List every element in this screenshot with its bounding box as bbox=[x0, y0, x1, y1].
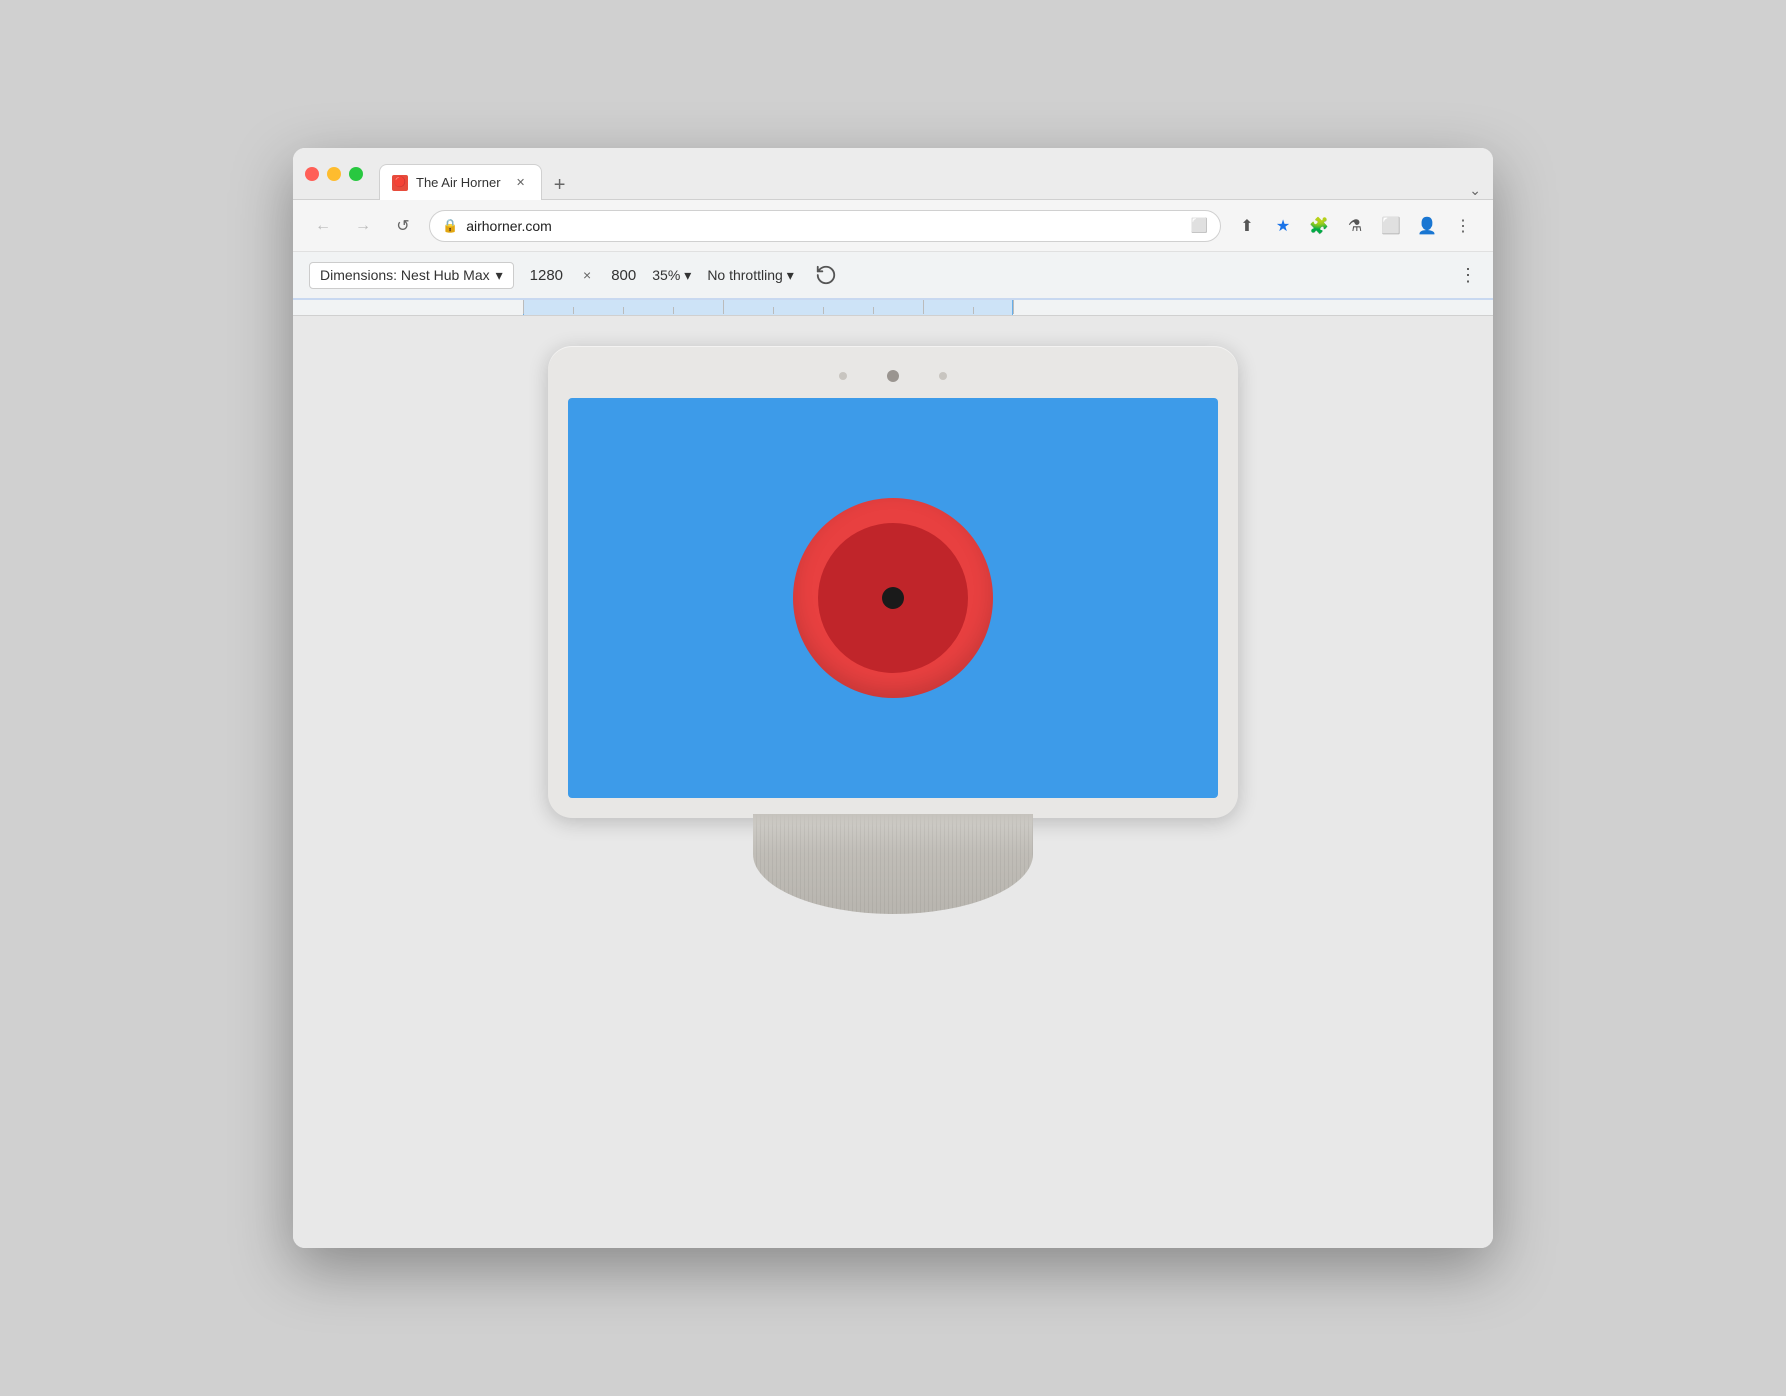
height-value[interactable]: 800 bbox=[611, 267, 636, 284]
ruler-tick bbox=[773, 307, 774, 314]
maximize-button[interactable] bbox=[349, 167, 363, 181]
ruler-tick bbox=[723, 300, 724, 314]
device-speaker-base bbox=[753, 814, 1033, 914]
ruler-tick bbox=[523, 300, 524, 314]
share-button[interactable]: ⬆ bbox=[1233, 212, 1261, 240]
device-dot-right bbox=[939, 372, 947, 380]
tab-chevron-icon[interactable]: ⌄ bbox=[1469, 182, 1481, 199]
profile-button[interactable]: 👤 bbox=[1413, 212, 1441, 240]
minimize-button[interactable] bbox=[327, 167, 341, 181]
refresh-button[interactable]: ↺ bbox=[389, 212, 417, 240]
navigation-bar: ← → ↺ 🔒 airhorner.com ⬜ ⬆ ★ 🧩 ⚗ ⬜ 👤 ⋮ bbox=[293, 200, 1493, 252]
tab-bar: 🔴 The Air Horner ✕ + ⌄ bbox=[379, 148, 1481, 199]
width-value[interactable]: 1280 bbox=[530, 267, 563, 284]
close-button[interactable] bbox=[305, 167, 319, 181]
tab-close-button[interactable]: ✕ bbox=[513, 175, 529, 191]
lock-icon: 🔒 bbox=[442, 218, 458, 234]
flask-button[interactable]: ⚗ bbox=[1341, 212, 1369, 240]
ruler-tick bbox=[823, 307, 824, 314]
bookmark-button[interactable]: ★ bbox=[1269, 212, 1297, 240]
open-external-icon: ⬜ bbox=[1191, 217, 1208, 234]
horn-outer-circle[interactable] bbox=[793, 498, 993, 698]
zoom-select[interactable]: 35% ▾ bbox=[652, 267, 691, 284]
tab-title: The Air Horner bbox=[416, 175, 501, 190]
forward-button[interactable]: → bbox=[349, 212, 377, 240]
devtools-more-button[interactable]: ⋮ bbox=[1459, 265, 1477, 286]
split-button[interactable]: ⬜ bbox=[1377, 212, 1405, 240]
ruler-highlight bbox=[523, 300, 1013, 315]
throttle-label: No throttling bbox=[707, 267, 782, 283]
ruler-tick bbox=[873, 307, 874, 314]
dimensions-label: Dimensions: Nest Hub Max bbox=[320, 267, 490, 283]
device-body bbox=[548, 346, 1238, 818]
devtools-toolbar: Dimensions: Nest Hub Max ▾ 1280 × 800 35… bbox=[293, 252, 1493, 300]
title-bar: 🔴 The Air Horner ✕ + ⌄ bbox=[293, 148, 1493, 200]
device-screen[interactable] bbox=[568, 398, 1218, 798]
zoom-label: 35% bbox=[652, 267, 680, 283]
ruler-tick bbox=[973, 307, 974, 314]
device-dot-left bbox=[839, 372, 847, 380]
dimensions-dropdown-icon: ▾ bbox=[496, 267, 503, 284]
more-menu-button[interactable]: ⋮ bbox=[1449, 212, 1477, 240]
active-tab[interactable]: 🔴 The Air Horner ✕ bbox=[379, 164, 542, 200]
ruler bbox=[293, 300, 1493, 316]
browser-window: 🔴 The Air Horner ✕ + ⌄ ← → ↺ 🔒 airhorner… bbox=[293, 148, 1493, 1248]
throttle-dropdown-icon: ▾ bbox=[787, 267, 794, 284]
zoom-dropdown-icon: ▾ bbox=[684, 267, 691, 284]
back-button[interactable]: ← bbox=[309, 212, 337, 240]
ruler-tick bbox=[573, 307, 574, 314]
horn-center-dot[interactable] bbox=[882, 587, 904, 609]
new-tab-button[interactable]: + bbox=[546, 171, 574, 199]
throttle-select[interactable]: No throttling ▾ bbox=[707, 267, 794, 284]
rotate-button[interactable] bbox=[810, 259, 842, 291]
device-top-bar bbox=[568, 366, 1218, 386]
url-text: airhorner.com bbox=[466, 218, 1182, 234]
ruler-tick bbox=[623, 307, 624, 314]
extensions-button[interactable]: 🧩 bbox=[1305, 212, 1333, 240]
horn-inner-circle[interactable] bbox=[818, 523, 968, 673]
device-camera bbox=[887, 370, 899, 382]
ruler-tick bbox=[923, 300, 924, 314]
device-frame bbox=[548, 346, 1238, 914]
viewport-area bbox=[293, 316, 1493, 1248]
traffic-lights bbox=[305, 167, 363, 181]
nav-actions: ⬆ ★ 🧩 ⚗ ⬜ 👤 ⋮ bbox=[1233, 212, 1477, 240]
air-horner-content[interactable] bbox=[568, 398, 1218, 798]
ruler-tick bbox=[1013, 300, 1014, 314]
tab-favicon: 🔴 bbox=[392, 175, 408, 191]
dimensions-select[interactable]: Dimensions: Nest Hub Max ▾ bbox=[309, 262, 514, 289]
address-bar[interactable]: 🔒 airhorner.com ⬜ bbox=[429, 210, 1221, 242]
ruler-tick bbox=[673, 307, 674, 314]
dimension-separator: × bbox=[583, 267, 591, 283]
